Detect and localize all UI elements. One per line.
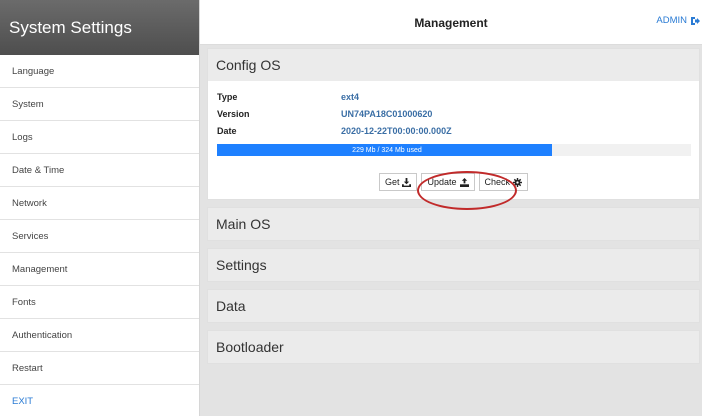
download-icon bbox=[402, 177, 412, 187]
sidebar-item-restart[interactable]: Restart bbox=[0, 352, 199, 385]
panel-main-os: Main OS bbox=[207, 207, 700, 241]
get-button-label: Get bbox=[384, 177, 400, 187]
version-value: UN74PA18C01000620 bbox=[341, 108, 433, 119]
sidebar-item-exit[interactable]: EXIT bbox=[0, 385, 199, 416]
panel-header-config-os[interactable]: Config OS bbox=[208, 49, 699, 81]
storage-usage-text: 229 Mb / 324 Mb used bbox=[352, 146, 422, 154]
version-label: Version bbox=[217, 108, 250, 119]
info-row-type: Type ext4 bbox=[217, 88, 690, 105]
sidebar-item-services[interactable]: Services bbox=[0, 220, 199, 253]
main-content: Config OS Type ext4 Version UN74PA18C010… bbox=[207, 48, 700, 371]
sidebar-item-authentication[interactable]: Authentication bbox=[0, 319, 199, 352]
sidebar-item-logs[interactable]: Logs bbox=[0, 121, 199, 154]
panel-header-data[interactable]: Data bbox=[208, 290, 699, 322]
date-value: 2020-12-22T00:00:00.000Z bbox=[341, 125, 452, 136]
storage-usage-bar: 229 Mb / 324 Mb used bbox=[217, 144, 691, 156]
info-row-date: Date 2020-12-22T00:00:00.000Z bbox=[217, 122, 690, 139]
sidebar-item-language[interactable]: Language bbox=[0, 55, 199, 88]
get-button[interactable]: Get bbox=[378, 173, 418, 191]
sidebar-item-date-time[interactable]: Date & Time bbox=[0, 154, 199, 187]
page-title: Management bbox=[414, 15, 488, 30]
panel-header-bootloader[interactable]: Bootloader bbox=[208, 331, 699, 363]
sidebar-item-network[interactable]: Network bbox=[0, 187, 199, 220]
type-value: ext4 bbox=[341, 91, 360, 102]
admin-logout-link[interactable]: ADMIN bbox=[656, 15, 700, 26]
info-row-version: Version UN74PA18C01000620 bbox=[217, 105, 690, 122]
sidebar-item-fonts[interactable]: Fonts bbox=[0, 286, 199, 319]
panel-header-settings[interactable]: Settings bbox=[208, 249, 699, 281]
panel-settings: Settings bbox=[207, 248, 700, 282]
update-highlight-circle bbox=[417, 171, 517, 210]
date-label: Date bbox=[217, 125, 237, 136]
sidebar-item-system[interactable]: System bbox=[0, 88, 199, 121]
admin-label: ADMIN bbox=[656, 15, 687, 26]
sidebar-item-management[interactable]: Management bbox=[0, 253, 199, 286]
type-label: Type bbox=[217, 91, 238, 102]
sidebar: System Settings Language System Logs Dat… bbox=[0, 0, 200, 416]
panel-data: Data bbox=[207, 289, 700, 323]
sidebar-title: System Settings bbox=[0, 0, 199, 55]
top-bar: Management ADMIN bbox=[200, 0, 702, 45]
panel-bootloader: Bootloader bbox=[207, 330, 700, 364]
logout-icon bbox=[691, 16, 700, 25]
panel-header-main-os[interactable]: Main OS bbox=[208, 208, 699, 240]
